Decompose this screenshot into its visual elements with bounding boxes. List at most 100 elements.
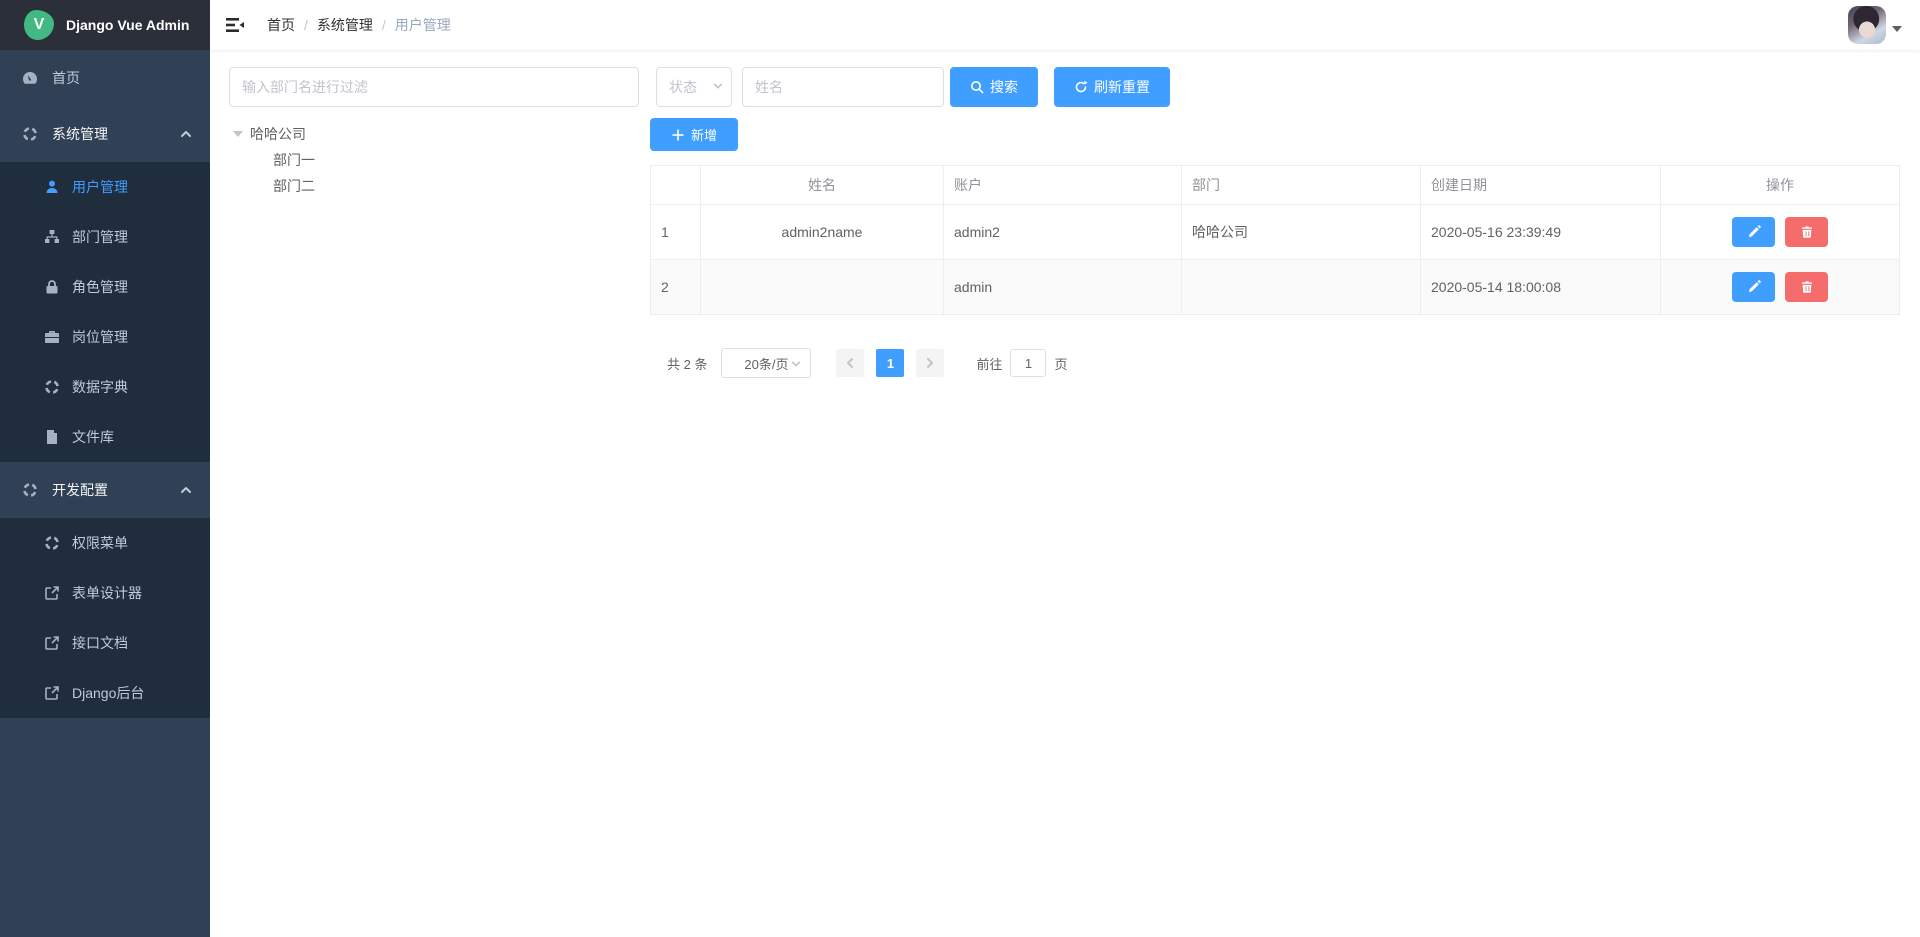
breadcrumb-separator: / [382,17,386,33]
hamburger-icon[interactable] [225,15,245,35]
users-table: 姓名 账户 部门 创建日期 操作 1 admin2name admin2 哈哈公… [650,165,1900,315]
user-avatar[interactable] [1848,6,1886,44]
add-button-label: 新增 [691,125,717,144]
breadcrumb-home[interactable]: 首页 [267,15,295,35]
tree-expand-icon[interactable] [233,131,243,137]
sidebar-item-permission-menu[interactable]: 权限菜单 [0,518,210,568]
app-logo[interactable]: V Django Vue Admin [0,0,210,50]
sidebar-item-files[interactable]: 文件库 [0,412,210,462]
external-link-icon [44,685,60,701]
table-header-row: 姓名 账户 部门 创建日期 操作 [651,166,1900,205]
sidebar-item-label: 权限菜单 [72,533,128,553]
org-tree-icon [44,229,60,245]
sidebar-item-django-admin[interactable]: Django后台 [0,668,210,718]
chevron-down-icon [791,359,801,369]
pencil-icon [1747,225,1761,239]
page-number-button[interactable]: 1 [876,349,904,377]
col-header-account: 账户 [944,166,1182,205]
sidebar-group-dev[interactable]: 开发配置 [0,462,210,518]
refresh-reset-label: 刷新重置 [1094,77,1150,97]
cell-name: admin2name [701,205,944,260]
next-page-button[interactable] [916,349,944,377]
delete-button[interactable] [1785,217,1828,247]
sidebar: V Django Vue Admin 首页 系统管理 用户管理 部门管理 角色管… [0,0,210,937]
tree-node-dept1[interactable]: 部门一 [229,147,639,173]
logo-letter: V [34,16,45,34]
breadcrumb-separator: / [304,17,308,33]
topbar-user-area [1848,6,1902,44]
page-size-select[interactable]: 20条/页 [721,348,811,378]
user-icon [44,179,60,195]
cell-account: admin2 [944,205,1182,260]
sidebar-item-positions[interactable]: 岗位管理 [0,312,210,362]
caret-down-icon[interactable] [1892,26,1902,32]
external-link-icon [44,585,60,601]
add-button[interactable]: 新增 [650,118,738,151]
department-filter-input[interactable] [229,67,639,107]
prev-page-button[interactable] [836,349,864,377]
col-header-name: 姓名 [701,166,944,205]
sidebar-item-roles[interactable]: 角色管理 [0,262,210,312]
edit-button[interactable] [1732,217,1775,247]
cell-dept: 哈哈公司 [1182,205,1421,260]
sidebar-item-label: 部门管理 [72,227,128,247]
refresh-icon [1074,80,1088,94]
department-panel: 哈哈公司 部门一 部门二 [229,67,639,378]
sidebar-item-departments[interactable]: 部门管理 [0,212,210,262]
edit-button[interactable] [1732,272,1775,302]
sidebar-item-home[interactable]: 首页 [0,50,210,106]
trash-icon [1800,225,1814,239]
refresh-reset-button[interactable]: 刷新重置 [1054,67,1170,107]
page-suffix-label: 页 [1054,354,1067,373]
cell-account: admin [944,260,1182,315]
sidebar-item-label: 岗位管理 [72,327,128,347]
dashboard-icon [22,70,38,86]
cell-name [701,260,944,315]
cell-dept [1182,260,1421,315]
status-select-input[interactable] [656,67,732,107]
chevron-up-icon [180,128,192,140]
name-filter-input[interactable] [742,67,944,107]
table-row: 2 admin 2020-05-14 18:00:08 [651,260,1900,315]
user-panel: 搜索 刷新重置 新增 姓名 [650,67,1900,378]
lock-icon [44,279,60,295]
breadcrumb-current: 用户管理 [395,15,451,35]
cell-index: 2 [651,260,701,315]
sidebar-group-label: 系统管理 [52,124,108,144]
sidebar-item-dictionary[interactable]: 数据字典 [0,362,210,412]
cell-index: 1 [651,205,701,260]
app-title: Django Vue Admin [66,17,189,33]
sidebar-item-form-designer[interactable]: 表单设计器 [0,568,210,618]
chevron-left-icon [844,357,856,369]
component-icon [22,126,38,142]
breadcrumb-system[interactable]: 系统管理 [317,15,373,35]
breadcrumb: 首页 / 系统管理 / 用户管理 [267,15,451,35]
cell-actions [1661,260,1900,315]
sidebar-item-api-docs[interactable]: 接口文档 [0,618,210,668]
briefcase-icon [44,329,60,345]
sidebar-item-users[interactable]: 用户管理 [0,162,210,212]
col-header-created: 创建日期 [1421,166,1661,205]
col-header-index [651,166,701,205]
status-select[interactable] [656,67,732,107]
chevron-right-icon [924,357,936,369]
sidebar-group-system[interactable]: 系统管理 [0,106,210,162]
page-size-value: 20条/页 [744,354,788,373]
sidebar-item-label: 首页 [52,68,80,88]
search-button[interactable]: 搜索 [950,67,1038,107]
search-icon [970,80,984,94]
tree-node-label: 哈哈公司 [250,124,306,144]
col-header-actions: 操作 [1661,166,1900,205]
table-row: 1 admin2name admin2 哈哈公司 2020-05-16 23:3… [651,205,1900,260]
trash-icon [1800,280,1814,294]
sidebar-item-label: 用户管理 [72,177,128,197]
tree-node-dept2[interactable]: 部门二 [229,173,639,199]
goto-page-input[interactable] [1010,349,1046,377]
pagination: 共 2 条 20条/页 1 前往 页 [650,348,1900,378]
delete-button[interactable] [1785,272,1828,302]
sidebar-group-label: 开发配置 [52,480,108,500]
tree-node-company[interactable]: 哈哈公司 [229,121,639,147]
submenu-system: 用户管理 部门管理 角色管理 岗位管理 数据字典 文件库 [0,162,210,462]
department-tree: 哈哈公司 部门一 部门二 [229,121,639,199]
main-content: 哈哈公司 部门一 部门二 搜索 刷新重置 [210,50,1920,937]
